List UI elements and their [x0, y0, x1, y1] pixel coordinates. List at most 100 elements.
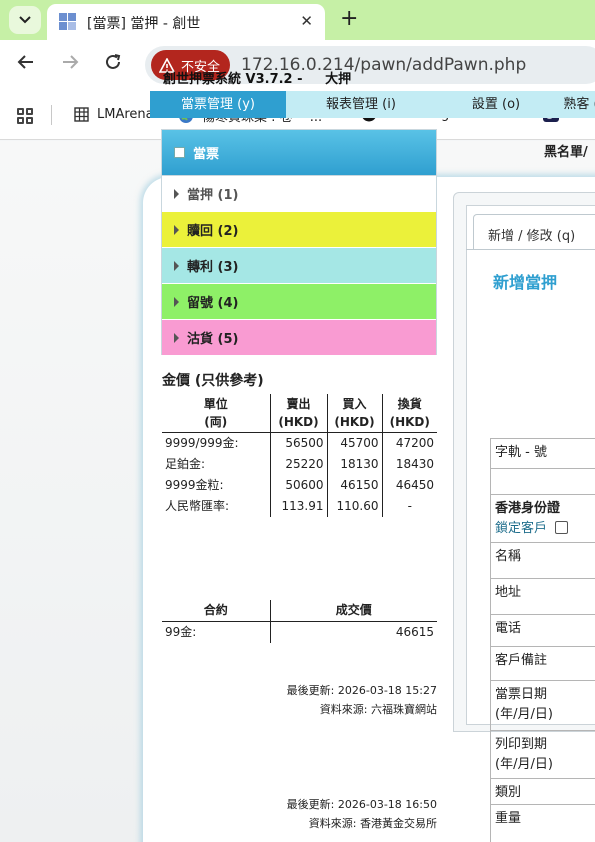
sidebar-item-label: 留號 (4)	[187, 296, 239, 311]
buy-price: 45700	[326, 432, 382, 454]
form-title: 新增當押	[493, 273, 558, 292]
sidebar-item-renew[interactable]: 轉利 (3)	[162, 247, 436, 283]
sidebar-item-label: 沽貨 (5)	[187, 332, 239, 347]
grid-table-icon	[73, 106, 89, 122]
field-label-format: (年/月/日)	[495, 707, 553, 722]
field-label: 列印到期	[495, 737, 548, 752]
tab-add-edit[interactable]: 新增 / 修改 (q)	[473, 214, 595, 250]
col-sell-header: 賣出 (HKD)	[269, 394, 327, 433]
gold-last-updated: 最後更新: 2026-03-18 15:27	[286, 684, 437, 697]
bookmark-lmarena[interactable]: LMArena	[73, 106, 154, 122]
buy-price: 46150	[326, 475, 382, 496]
chevron-down-icon	[19, 13, 31, 28]
lock-customer-checkbox[interactable]	[555, 521, 569, 534]
back-icon[interactable]	[17, 52, 35, 76]
triangle-right-icon	[174, 188, 179, 199]
field-label: 香港身份證	[495, 501, 561, 516]
tab-search-button[interactable]	[9, 6, 41, 34]
table-row: 99金: 46615	[162, 621, 437, 643]
reload-icon[interactable]	[104, 52, 122, 76]
blacklist-link[interactable]: 黑名單/	[544, 141, 588, 160]
field-label: 名稱	[495, 549, 522, 564]
sidebar-item-redeem[interactable]: 贖回 (2)	[162, 211, 436, 247]
active-tab[interactable]: [當票] 當押 - 創世 ✕	[47, 4, 325, 40]
pawn-sidebar: 當票 當押 (1) 贖回 (2) 轉利 (3) 留號 (4) 沽貨 (5)	[161, 129, 437, 355]
sidebar-item-pawn[interactable]: 當押 (1)	[162, 175, 436, 211]
exchange-price: 18430	[381, 454, 437, 475]
table-row: 足鉑金: 25220 18130 18430	[162, 454, 437, 475]
system-title: 創世押票系統 V3.7.2 - 大押	[163, 68, 351, 87]
col-deal-price-header: 成交價	[269, 600, 437, 622]
table-row: 人民幣匯率: 113.91 110.60 -	[162, 496, 437, 517]
lock-customer-toggle[interactable]: 鎖定客戶	[495, 519, 595, 539]
sell-price: 50600	[269, 475, 327, 496]
form-row-address: 地址	[490, 578, 595, 614]
menu-regular-customers[interactable]: 熟客 (	[546, 91, 595, 118]
buy-price: 18130	[326, 454, 382, 475]
form-row-ticket-number: 字軌 - 號	[490, 438, 595, 468]
lock-customer-label: 鎖定客戶	[495, 521, 548, 536]
form-row-print-due: 列印到期 (年/月/日)	[490, 730, 595, 778]
field-label: 電话	[495, 621, 522, 636]
form-row-customer-note: 客戶備註	[490, 646, 595, 680]
sidebar-item-reserve[interactable]: 留號 (4)	[162, 283, 436, 319]
main-menu-bar: 當票管理 (y) 報表管理 (i) 設置 (o) 熟客 (	[150, 91, 595, 118]
col-unit-header: 單位 (両)	[162, 394, 270, 433]
field-label: 重量	[495, 811, 522, 826]
row-label: 9999金粒:	[165, 478, 224, 492]
form-row-category: 類別	[490, 778, 595, 804]
gold-table-header: 單位 (両) 賣出 (HKD) 買入 (HKD) 換貨 (HKD)	[162, 394, 437, 433]
field-label: 類別	[495, 785, 522, 800]
forward-icon[interactable]	[61, 52, 79, 76]
system-title-text: 創世押票系統 V3.7.2 -	[163, 72, 303, 87]
tab-divider	[466, 249, 595, 250]
triangle-right-icon	[174, 260, 179, 271]
sidebar-item-label: 贖回 (2)	[187, 224, 239, 239]
sidebar-header[interactable]: 當票	[162, 130, 436, 175]
exchange-price: 47200	[381, 432, 437, 454]
sidebar-item-sell[interactable]: 沽貨 (5)	[162, 319, 436, 355]
buy-price: 110.60	[326, 496, 382, 517]
form-row-pawn-date: 當票日期 (年/月/日)	[490, 680, 595, 730]
exchange-price: 46450	[381, 475, 437, 496]
sell-price: 25220	[269, 454, 327, 475]
new-tab-button[interactable]: +	[340, 7, 358, 31]
contract-label: 99金:	[165, 625, 197, 639]
row-label: 足鉑金:	[165, 457, 206, 471]
row-label: 人民幣匯率:	[165, 499, 230, 513]
contract-price-table: 合約 成交價 99金: 46615	[162, 600, 437, 643]
menu-pawn-management[interactable]: 當票管理 (y)	[150, 91, 286, 118]
table-row: 9999金粒: 50600 46150 46450	[162, 475, 437, 496]
contract-table-header: 合約 成交價	[162, 600, 437, 622]
table-row: 9999/999金: 56500 45700 47200	[162, 432, 437, 454]
field-label: 當票日期	[495, 687, 548, 702]
col-contract-header: 合約	[162, 600, 270, 622]
field-label: 地址	[495, 585, 522, 600]
triangle-right-icon	[174, 332, 179, 343]
menu-reports[interactable]: 報表管理 (i)	[286, 91, 436, 118]
gold-price-table: 單位 (両) 賣出 (HKD) 買入 (HKD) 換貨 (HKD) 9999/999金:…	[162, 394, 437, 517]
tab-favicon-icon	[59, 13, 76, 30]
gold-source: 資料來源: 六福珠寶網站	[319, 703, 437, 716]
apps-grid-icon[interactable]	[17, 108, 33, 124]
form-row-id-card: 香港身份證 鎖定客戶	[490, 494, 595, 542]
sidebar-item-label: 當押 (1)	[187, 188, 239, 203]
gold-price-title: 金價 (只供參考)	[162, 373, 264, 389]
menu-settings[interactable]: 設置 (o)	[436, 91, 556, 118]
contract-source: 資料來源: 香港黃金交易所	[308, 817, 437, 830]
form-row-weight: 重量	[490, 804, 595, 842]
field-label-format: (年/月/日)	[495, 757, 553, 772]
sidebar-checkbox-icon	[174, 147, 185, 158]
tab-title: [當票] 當押 - 創世	[87, 16, 201, 32]
col-exchange-header: 換貨 (HKD)	[381, 394, 437, 433]
row-label: 9999/999金:	[165, 436, 239, 450]
form-row-name: 名稱	[490, 542, 595, 578]
exchange-price: -	[381, 496, 437, 517]
bookmarks-divider	[51, 105, 52, 125]
sell-price: 113.91	[269, 496, 327, 517]
close-icon[interactable]: ✕	[300, 12, 313, 30]
contract-last-updated: 最後更新: 2026-03-18 16:50	[286, 798, 437, 811]
sell-price: 56500	[269, 432, 327, 454]
form-row-phone: 電话	[490, 614, 595, 646]
browser-tab-strip: [當票] 當押 - 創世 ✕ +	[0, 0, 595, 40]
